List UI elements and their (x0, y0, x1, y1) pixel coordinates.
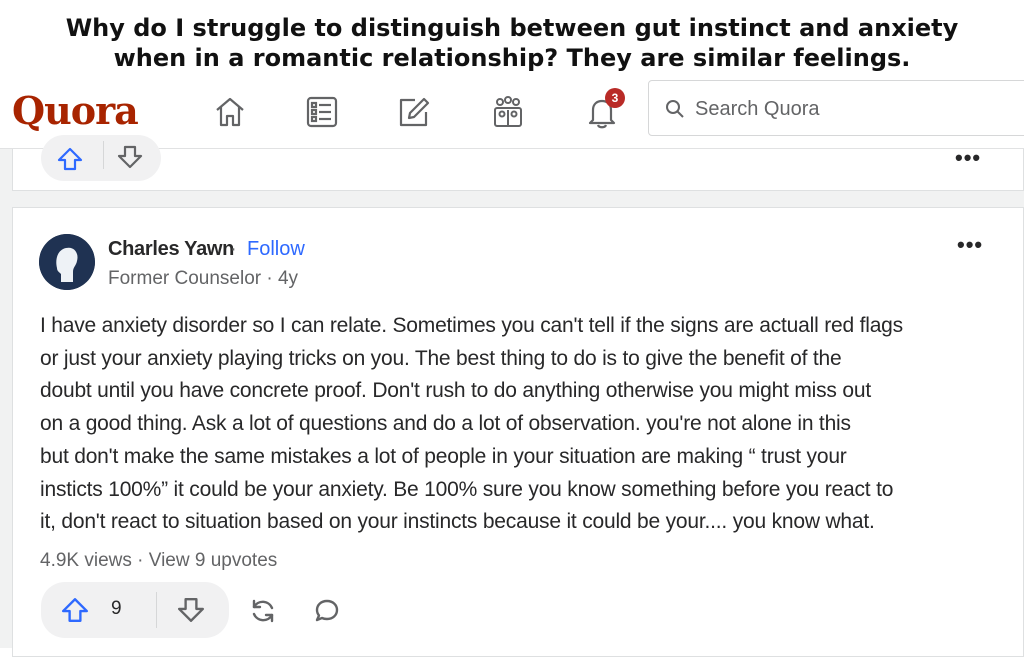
answer-line: doubt until you have concrete proof. Don… (40, 379, 871, 403)
search-input[interactable] (693, 93, 997, 125)
search-box[interactable] (648, 80, 1024, 136)
following-icon[interactable] (298, 88, 346, 136)
author-credential: Former Counselor · 4y (108, 268, 299, 289)
answer-icon[interactable] (390, 88, 438, 136)
comment-icon[interactable] (309, 594, 345, 628)
question-title-line-1: Why do I struggle to distinguish between… (65, 14, 959, 42)
upvote-count: 9 (111, 598, 122, 619)
upvote-icon[interactable] (59, 596, 91, 624)
more-options-icon[interactable]: ••• (955, 145, 981, 171)
answer-card: Charles Yawn · Follow Former Counselor ·… (12, 207, 1024, 657)
top-navigation-bar: Quora 3 (0, 80, 1024, 149)
question-title-line-2: when in a romantic relationship? They ar… (113, 44, 911, 72)
answer-line: on a good thing. Ask a lot of questions … (40, 412, 851, 436)
notifications-icon[interactable]: 3 (578, 88, 626, 136)
author-name[interactable]: Charles Yawn (108, 238, 234, 261)
search-icon (666, 100, 684, 118)
previous-answer-card: ••• (12, 135, 1024, 191)
share-icon[interactable] (245, 594, 281, 628)
vote-divider (156, 592, 157, 628)
notification-badge: 3 (605, 88, 625, 108)
spaces-icon[interactable] (484, 88, 532, 136)
home-icon[interactable] (206, 88, 254, 136)
downvote-icon[interactable] (115, 143, 145, 171)
quora-logo[interactable]: Quora (12, 88, 139, 133)
answer-line: I have anxiety disorder so I can relate.… (40, 314, 903, 337)
follow-button[interactable]: Follow (247, 238, 305, 261)
question-title: Why do I struggle to distinguish between… (0, 0, 1024, 80)
answer-line: or just your anxiety playing tricks on y… (40, 346, 842, 370)
answer-line: insticts 100%” it could be your anxiety.… (40, 477, 894, 501)
answer-body: I have anxiety disorder so I can relate.… (40, 310, 1015, 539)
downvote-icon[interactable] (175, 596, 207, 624)
upvote-icon[interactable] (55, 145, 85, 173)
answer-line: but don't make the same mistakes a lot o… (40, 444, 847, 468)
feed: ••• Charles Yawn · Follow Former Counsel… (0, 135, 1024, 657)
answer-stats[interactable]: 4.9K views · View 9 upvotes (40, 550, 277, 572)
previous-vote-pill (41, 135, 161, 181)
avatar[interactable] (39, 234, 95, 290)
vote-divider (103, 141, 104, 169)
answer-line: it, don't react to situation based on yo… (40, 510, 875, 534)
more-options-icon[interactable]: ••• (957, 232, 983, 258)
separator-dot: · (230, 238, 237, 260)
vote-pill: 9 (41, 582, 229, 638)
